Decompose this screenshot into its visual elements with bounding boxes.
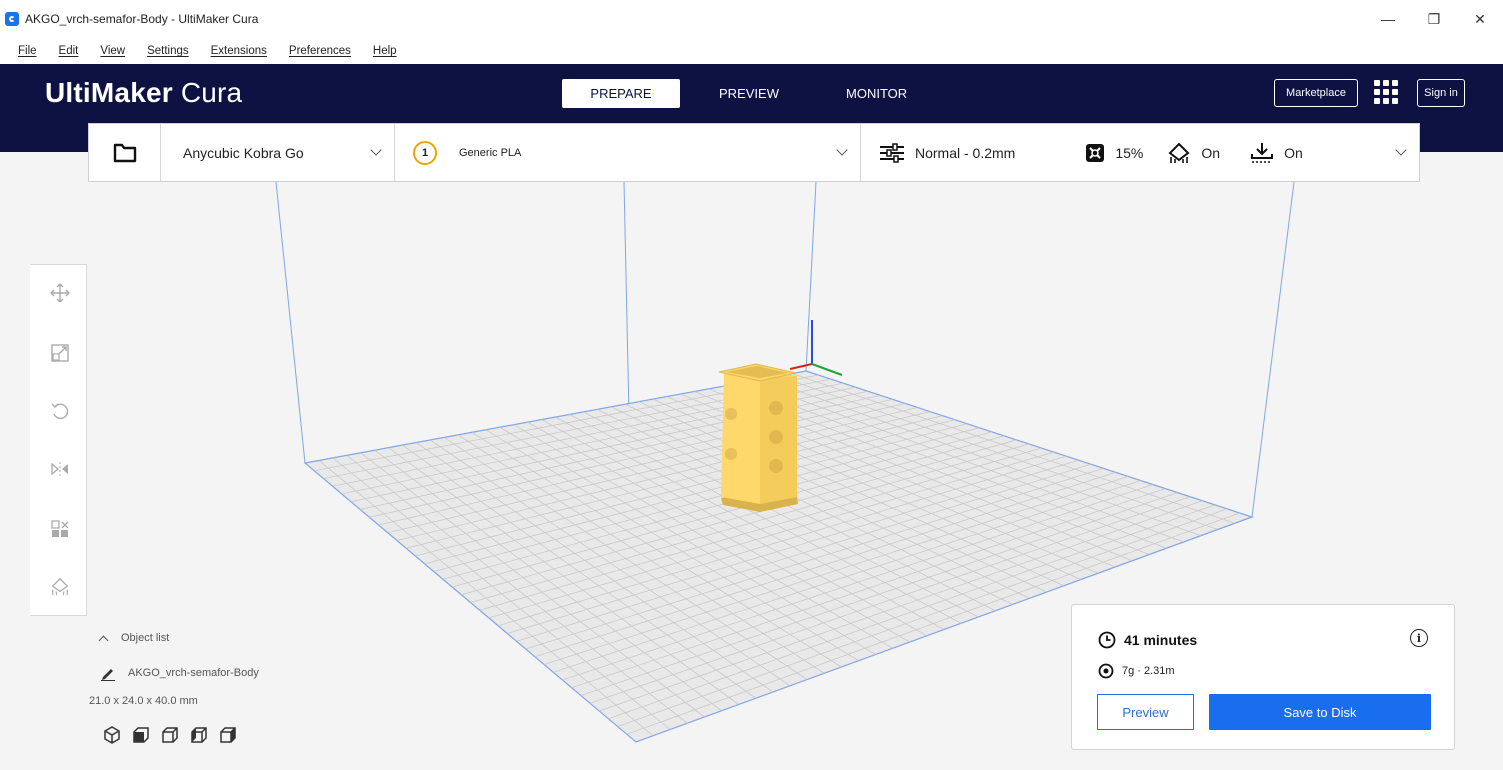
view-right-icon: [220, 727, 236, 743]
chevron-down-icon: [1395, 144, 1407, 156]
menu-edit[interactable]: Edit: [59, 45, 79, 57]
object-name-row[interactable]: AKGO_vrch-semafor-Body: [100, 665, 259, 681]
print-time-row: 41 minutes: [1098, 631, 1197, 649]
object-name: AKGO_vrch-semafor-Body: [128, 667, 259, 679]
pencil-icon: [101, 669, 115, 681]
folder-icon: [113, 143, 136, 162]
sliders-icon: [880, 142, 904, 163]
model-object[interactable]: [718, 363, 798, 512]
cura-app-icon: [5, 12, 19, 26]
info-icon[interactable]: i: [1410, 629, 1428, 647]
menu-file[interactable]: File: [18, 45, 37, 57]
print-time: 41 minutes: [1124, 632, 1198, 648]
window-controls: — ❐ ✕: [1365, 0, 1503, 38]
support-value: On: [1201, 144, 1221, 161]
spool-icon: [1098, 663, 1114, 679]
print-info-panel: 41 minutes i 7g · 2.31m Preview Save to …: [1071, 604, 1455, 750]
menu-help[interactable]: Help: [373, 45, 397, 57]
view-3d-icon: [104, 726, 120, 744]
menu-settings[interactable]: Settings: [147, 45, 189, 57]
view-front-icon: [133, 727, 149, 743]
view-right-button[interactable]: [219, 726, 237, 744]
object-list-toggle[interactable]: Object list: [98, 632, 170, 645]
maximize-button[interactable]: ❐: [1411, 0, 1457, 38]
print-settings-selector[interactable]: Normal - 0.2mm 15% On On: [861, 124, 1419, 181]
tab-preview[interactable]: PREVIEW: [690, 79, 808, 108]
chevron-up-icon: [98, 635, 109, 645]
window-titlebar: AKGO_vrch-semafor-Body - UltiMaker Cura …: [0, 0, 1503, 38]
printer-name: Anycubic Kobra Go: [183, 144, 304, 161]
view-top-button[interactable]: [161, 726, 179, 744]
scale-tool-button[interactable]: [50, 343, 70, 363]
scale-icon: [51, 344, 69, 362]
window-title: AKGO_vrch-semafor-Body - UltiMaker Cura: [25, 12, 259, 26]
per-model-settings-button[interactable]: [50, 519, 70, 539]
clock-icon: [1098, 631, 1116, 649]
tab-monitor[interactable]: MONITOR: [818, 79, 936, 108]
chevron-down-icon: [836, 144, 848, 156]
open-file-button[interactable]: [89, 124, 161, 181]
view-top-icon: [162, 727, 178, 743]
close-button[interactable]: ✕: [1457, 0, 1503, 38]
move-icon: [50, 283, 70, 303]
sign-in-button[interactable]: Sign in: [1417, 79, 1465, 107]
rotate-icon: [51, 403, 69, 420]
menu-extensions[interactable]: Extensions: [211, 45, 267, 57]
view-3d-button[interactable]: [103, 726, 121, 744]
view-left-button[interactable]: [190, 726, 208, 744]
apps-grid-icon[interactable]: [1374, 80, 1398, 104]
menu-preferences[interactable]: Preferences: [289, 45, 351, 57]
app-logo: UltiMaker Cura: [45, 77, 242, 109]
logo-bold: UltiMaker: [45, 77, 173, 108]
preview-button[interactable]: Preview: [1097, 694, 1194, 730]
object-dimensions: 21.0 x 24.0 x 40.0 mm: [89, 695, 198, 707]
move-tool-button[interactable]: [50, 283, 70, 303]
camera-view-buttons: [103, 726, 248, 744]
profile-label: Normal - 0.2mm: [915, 144, 1016, 161]
mirror-icon: [51, 462, 68, 476]
material-selector[interactable]: 1 Generic PLA: [395, 124, 861, 181]
material-usage: 7g · 2.31m: [1122, 665, 1175, 677]
view-front-button[interactable]: [132, 726, 150, 744]
support-icon: [1168, 142, 1190, 163]
adhesion-icon: [1251, 142, 1274, 163]
object-list-label: Object list: [121, 632, 170, 644]
material-name: Generic PLA: [459, 146, 522, 159]
prepare-toolbar: Anycubic Kobra Go 1 Generic PLA Normal -…: [88, 123, 1420, 182]
minimize-button[interactable]: —: [1365, 0, 1411, 38]
tab-prepare[interactable]: PREPARE: [562, 79, 680, 108]
material-usage-row: 7g · 2.31m: [1098, 663, 1175, 679]
save-to-disk-button[interactable]: Save to Disk: [1209, 694, 1431, 730]
marketplace-button[interactable]: Marketplace: [1274, 79, 1358, 107]
adhesion-value: On: [1284, 144, 1303, 161]
extruder-badge: 1: [413, 140, 437, 165]
mirror-tool-button[interactable]: [50, 459, 70, 479]
menu-bar: File Edit View Settings Extensions Prefe…: [0, 38, 1503, 64]
per-model-settings-icon: [51, 520, 69, 537]
infill-value: 15%: [1115, 144, 1144, 161]
rotate-tool-button[interactable]: [50, 401, 70, 421]
menu-view[interactable]: View: [100, 45, 125, 57]
support-blocker-button[interactable]: [50, 577, 70, 597]
infill-icon: [1086, 143, 1105, 162]
printer-selector[interactable]: Anycubic Kobra Go: [161, 124, 395, 181]
view-left-icon: [191, 727, 207, 743]
tool-panel: [30, 264, 87, 616]
chevron-down-icon: [370, 144, 382, 156]
support-blocker-icon: [51, 577, 69, 596]
logo-light: Cura: [180, 77, 243, 108]
